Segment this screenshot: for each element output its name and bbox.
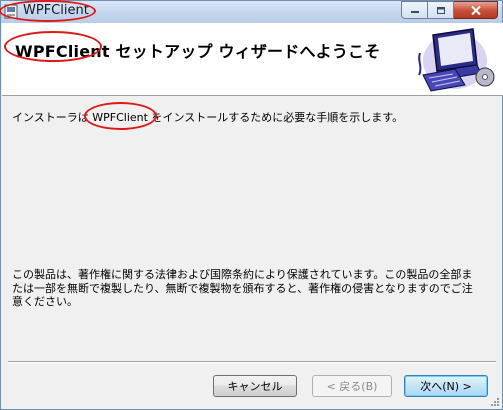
- back-button[interactable]: < 戻る(B): [312, 375, 392, 397]
- minimize-icon: [410, 11, 419, 13]
- annotation-circle: [0, 0, 96, 22]
- intro-suffix: をインストールするために必要な手順を示します。: [147, 111, 404, 124]
- minimize-button[interactable]: [401, 1, 428, 19]
- footer-divider: [8, 361, 496, 363]
- intro-prefix: インストーラは: [12, 111, 93, 124]
- maximize-icon: [436, 6, 445, 14]
- cancel-button[interactable]: キャンセル: [213, 375, 297, 397]
- copyright-notice: この製品は、著作権に関する法律および国際条約により保護されています。この製品の全…: [12, 268, 473, 308]
- computer-setup-icon: [418, 28, 495, 92]
- maximize-button[interactable]: [428, 1, 454, 19]
- resize-grip-icon[interactable]: [490, 397, 500, 407]
- caption-buttons: [401, 1, 498, 20]
- title-bar[interactable]: WPFClient: [0, 0, 502, 23]
- setup-wizard-window: WPFClient WPFClient セットアップ ウィザードへようこそ イン…: [0, 0, 503, 410]
- annotation-circle: [4, 31, 102, 62]
- wizard-header: WPFClient セットアップ ウィザードへようこそ: [2, 23, 503, 96]
- next-button[interactable]: 次へ(N) >: [404, 375, 488, 397]
- close-icon: [470, 5, 481, 15]
- close-button[interactable]: [454, 1, 498, 19]
- intro-text: インストーラは WPFClient をインストールするために必要な手順を示します…: [12, 109, 403, 125]
- annotation-circle: [84, 102, 157, 130]
